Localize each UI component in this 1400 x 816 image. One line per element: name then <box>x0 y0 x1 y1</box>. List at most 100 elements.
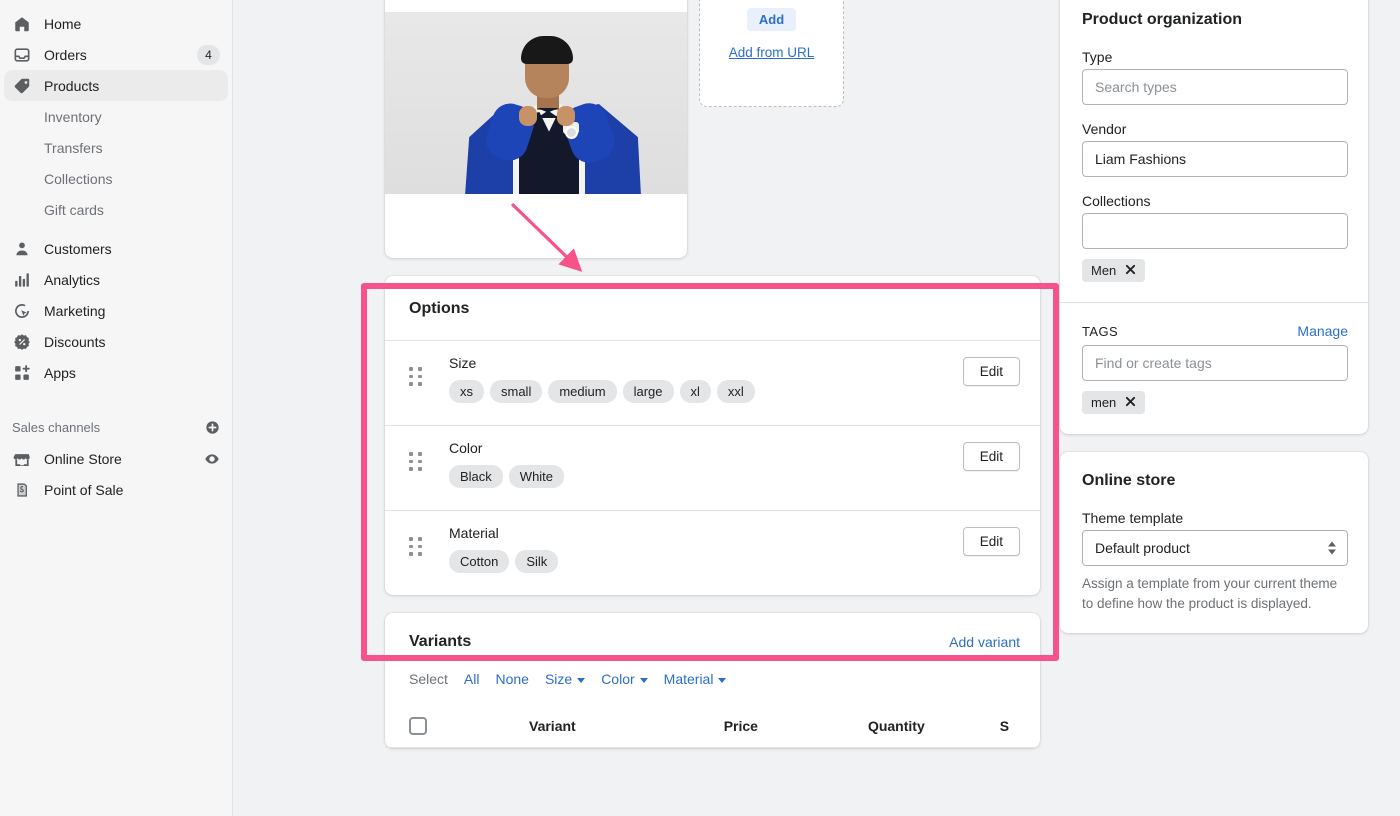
variants-card: Variants Add variant Select All None Siz… <box>385 613 1040 748</box>
remove-tag-icon[interactable] <box>1125 396 1136 409</box>
sidebar-item-label: Online Store <box>44 450 122 467</box>
sidebar-item-inventory[interactable]: Inventory <box>4 101 228 132</box>
sales-channels-label: Sales channels <box>12 420 101 435</box>
sidebar-item-point-of-sale[interactable]: Point of Sale <box>4 474 228 505</box>
drag-handle-icon[interactable] <box>409 537 423 556</box>
marketing-icon <box>12 301 32 321</box>
sidebar-item-marketing[interactable]: Marketing <box>4 295 228 326</box>
online-store-section: Online store Theme template Assign a tem… <box>1060 452 1368 633</box>
option-value-pill: White <box>508 465 565 488</box>
product-photo <box>385 12 687 194</box>
column-header-price: Price <box>723 718 758 734</box>
tags-input[interactable] <box>1082 345 1348 381</box>
vendor-input[interactable] <box>1082 141 1348 177</box>
column-header-quantity: Quantity <box>867 718 925 734</box>
tags-header: TAGS Manage <box>1082 323 1348 339</box>
tag-men: men <box>1082 391 1146 414</box>
variants-card-header: Variants Add variant <box>385 613 1040 651</box>
sidebar-item-home[interactable]: Home <box>4 8 228 39</box>
select-all-link[interactable]: All <box>464 671 480 687</box>
sidebar-subitem-label: Gift cards <box>44 201 104 218</box>
manage-tags-link[interactable]: Manage <box>1297 323 1348 339</box>
column-header-sku: S <box>999 718 1010 734</box>
sidebar-item-label: Products <box>44 77 100 94</box>
sidebar-item-label: Point of Sale <box>44 481 124 498</box>
option-value-pill: xl <box>679 380 711 403</box>
filter-color-dropdown[interactable]: Color <box>601 671 648 687</box>
sidebar-item-orders[interactable]: Orders 4 <box>4 39 228 70</box>
organization-section: Product organization Type Vendor Collect… <box>1060 0 1368 302</box>
add-variant-link[interactable]: Add variant <box>949 634 1020 650</box>
sidebar-item-products[interactable]: Products <box>4 70 228 101</box>
add-media-button[interactable]: Add <box>746 8 797 31</box>
edit-option-button[interactable]: Edit <box>962 357 1020 386</box>
collections-label: Collections <box>1082 193 1151 209</box>
edit-option-button[interactable]: Edit <box>962 442 1020 471</box>
type-input[interactable] <box>1082 69 1348 105</box>
eye-icon[interactable] <box>204 451 220 467</box>
select-none-link[interactable]: None <box>495 671 528 687</box>
sidebar-item-customers[interactable]: Customers <box>4 233 228 264</box>
option-value-pill: Silk <box>515 550 559 573</box>
store-icon <box>12 449 32 469</box>
option-body: Color Black White <box>449 440 963 488</box>
sidebar-item-apps[interactable]: Apps <box>4 357 228 388</box>
theme-template-select[interactable] <box>1082 530 1348 566</box>
option-row-size: Size xs small medium large xl xxl Edit <box>385 340 1040 425</box>
products-icon <box>12 76 32 96</box>
option-body: Size xs small medium large xl xxl <box>449 355 963 403</box>
sidebar-item-gift-cards[interactable]: Gift cards <box>4 194 228 225</box>
filter-size-dropdown[interactable]: Size <box>545 671 586 687</box>
drag-handle-icon[interactable] <box>409 452 423 471</box>
collections-field-group: Collections Men <box>1082 193 1348 282</box>
media-dropzone[interactable]: Add Add from URL <box>699 0 844 107</box>
collections-input[interactable] <box>1082 213 1348 249</box>
theme-template-select-wrap <box>1082 530 1348 566</box>
product-image-card[interactable] <box>385 0 687 258</box>
sidebar-item-collections[interactable]: Collections <box>4 163 228 194</box>
secondary-column: Product organization Type Vendor Collect… <box>1060 0 1368 816</box>
select-all-checkbox[interactable] <box>409 717 427 735</box>
sidebar-item-analytics[interactable]: Analytics <box>4 264 228 295</box>
sidebar-item-transfers[interactable]: Transfers <box>4 132 228 163</box>
options-title: Options <box>409 300 470 317</box>
options-card-header: Options <box>385 276 1040 340</box>
filter-label: Color <box>601 671 635 687</box>
sidebar-subitem-label: Collections <box>44 170 113 187</box>
sidebar-item-online-store[interactable]: Online Store <box>4 443 228 474</box>
edit-option-button[interactable]: Edit <box>962 527 1020 556</box>
variants-table-header: Variant Price Quantity S <box>385 687 1040 748</box>
collection-tag-label: Men <box>1091 263 1117 278</box>
remove-collection-icon[interactable] <box>1125 264 1136 277</box>
sidebar-item-label: Home <box>44 15 82 32</box>
option-value-pill: xs <box>449 380 484 403</box>
type-field-group: Type <box>1082 49 1348 105</box>
apps-icon <box>12 363 32 383</box>
option-row-color: Color Black White Edit <box>385 425 1040 510</box>
drag-handle-icon[interactable] <box>409 367 423 386</box>
sidebar-item-label: Analytics <box>44 271 101 288</box>
product-organization-panel: Product organization Type Vendor Collect… <box>1060 0 1368 434</box>
filter-material-dropdown[interactable]: Material <box>664 671 727 687</box>
orders-badge: 4 <box>197 44 220 65</box>
customers-icon <box>12 239 32 259</box>
vendor-field-group: Vendor <box>1082 121 1348 177</box>
orders-icon <box>12 45 32 65</box>
product-organization-title: Product organization <box>1082 11 1242 28</box>
option-value-pill: small <box>490 380 543 403</box>
option-value-pill: medium <box>548 380 617 403</box>
option-value-pill: Cotton <box>449 550 510 573</box>
filter-label: Material <box>663 671 714 687</box>
sidebar-item-discounts[interactable]: Discounts <box>4 326 228 357</box>
add-from-url-link[interactable]: Add from URL <box>729 45 815 60</box>
pos-icon <box>12 480 32 500</box>
sidebar-item-label: Apps <box>44 364 76 381</box>
shopify-admin-product-page: Home Orders 4 Products Inventory Transfe… <box>0 0 1400 816</box>
option-value-pill: large <box>622 380 674 403</box>
add-channel-icon[interactable] <box>205 420 220 435</box>
chevron-down-icon <box>577 677 586 683</box>
analytics-icon <box>12 270 32 290</box>
options-card: Options Size xs small medium large xl xx… <box>385 276 1040 595</box>
